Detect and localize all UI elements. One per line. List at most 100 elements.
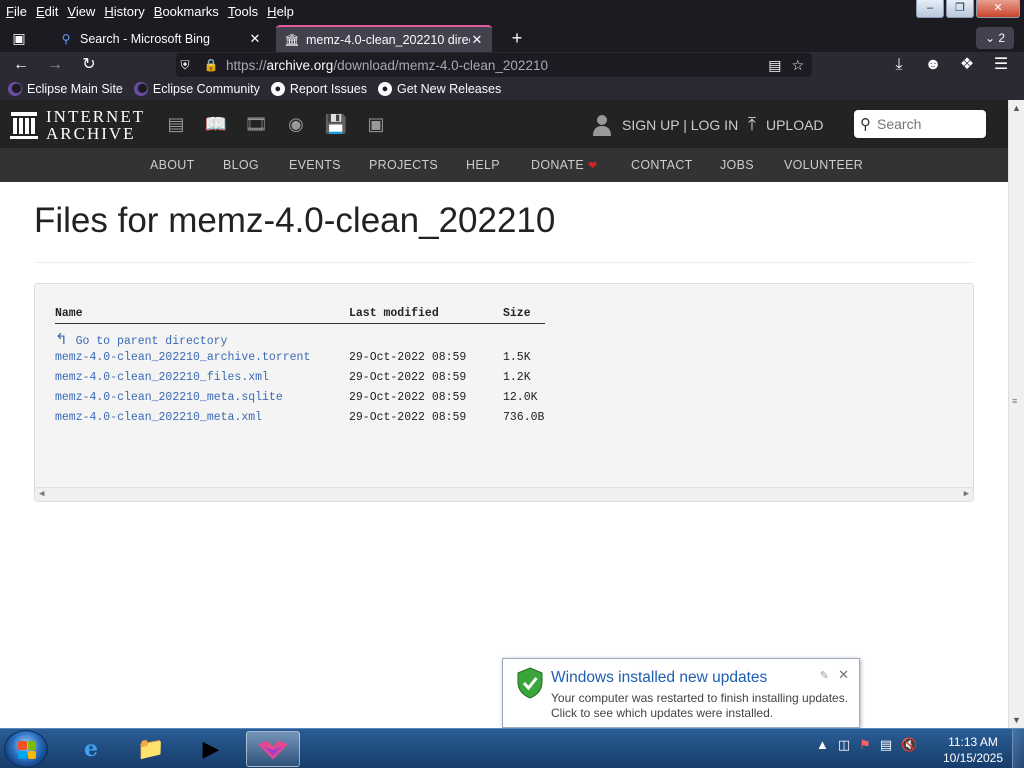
new-tab-button[interactable]: +: [506, 28, 528, 50]
tray-expand-icon[interactable]: ▲: [816, 737, 829, 753]
reader-view-icon[interactable]: ▤: [768, 57, 781, 74]
file-link[interactable]: memz-4.0-clean_202210_meta.xml: [55, 411, 262, 424]
ia-search-box[interactable]: ⚲: [854, 110, 986, 138]
menu-tools[interactable]: Tools: [228, 4, 258, 19]
menu-history[interactable]: History: [104, 4, 144, 19]
audio-icon[interactable]: ◉: [283, 112, 309, 136]
tray-update-icon[interactable]: ◫: [838, 737, 850, 753]
ia-logo[interactable]: INTERNET ARCHIVE: [10, 108, 145, 142]
bookmark-star-icon[interactable]: ☆: [791, 57, 804, 74]
file-modified: 29-Oct-2022 08:59: [349, 411, 467, 424]
pin-icon[interactable]: ✎: [820, 669, 829, 682]
table-row: memz-4.0-clean_202210_archive.torrent 29…: [35, 351, 973, 367]
file-modified: 29-Oct-2022 08:59: [349, 391, 467, 404]
parent-directory-link[interactable]: ↰ Go to parent directory: [55, 330, 227, 348]
windows-logo-icon: [18, 741, 36, 759]
clock[interactable]: 11:13 AM 10/15/2025: [940, 734, 1006, 766]
back-arrow-icon[interactable]: ←: [10, 54, 32, 76]
menu-view[interactable]: View: [67, 4, 95, 19]
nav-about[interactable]: ABOUT: [150, 158, 195, 172]
firefox-taskbar-icon[interactable]: [246, 731, 300, 767]
sign-up-login-link[interactable]: SIGN UP | LOG IN: [592, 114, 738, 136]
texts-icon[interactable]: 📖: [203, 112, 229, 136]
tracking-shield-icon[interactable]: ⛨: [176, 58, 194, 73]
bookmark-get-new-releases[interactable]: ● Get New Releases: [377, 82, 501, 96]
forward-arrow-icon[interactable]: →: [44, 54, 66, 76]
video-icon[interactable]: 🎞: [243, 112, 269, 136]
scroll-grip-icon[interactable]: ≡: [1012, 396, 1017, 406]
horizontal-scrollbar[interactable]: ◀ ▶: [35, 487, 973, 501]
vertical-scrollbar[interactable]: ▲ ≡ ▼: [1008, 100, 1024, 728]
images-icon[interactable]: ▣: [363, 112, 389, 136]
file-link[interactable]: memz-4.0-clean_202210_archive.torrent: [55, 351, 310, 364]
menu-bookmarks[interactable]: Bookmarks: [154, 4, 219, 19]
downloads-icon[interactable]: ⤓: [888, 54, 910, 76]
nav-contact[interactable]: CONTACT: [631, 158, 693, 172]
menu-edit[interactable]: Edit: [36, 4, 58, 19]
software-icon[interactable]: 💾: [323, 112, 349, 136]
close-tab-icon[interactable]: ✕: [470, 32, 484, 48]
scroll-left-icon[interactable]: ◀: [39, 489, 44, 499]
bing-search-icon: ⚲: [61, 31, 71, 46]
file-link[interactable]: memz-4.0-clean_202210_meta.sqlite: [55, 391, 283, 404]
column-header-modified[interactable]: Last modified: [349, 307, 439, 320]
person-icon: [593, 115, 611, 136]
scroll-up-icon[interactable]: ▲: [1012, 103, 1021, 113]
web-icon[interactable]: ▤: [163, 112, 189, 136]
hamburger-menu-icon[interactable]: ☰: [990, 54, 1012, 76]
maximize-button[interactable]: ❐: [946, 0, 974, 18]
reload-icon[interactable]: ↻: [78, 54, 100, 76]
internet-explorer-icon[interactable]: e: [64, 731, 118, 767]
eclipse-icon: [8, 82, 22, 96]
tab-count-button[interactable]: ⌄ 2: [976, 27, 1014, 49]
ia-search-input[interactable]: [877, 116, 973, 132]
account-icon[interactable]: ☻: [922, 54, 944, 76]
github-icon: ●: [377, 82, 392, 96]
extensions-icon[interactable]: ❖: [956, 54, 978, 76]
tab-title: Search - Microsoft Bing: [80, 31, 210, 46]
archive-temple-icon: 🏛: [284, 32, 300, 47]
search-icon: ⚲: [860, 116, 871, 133]
nav-blog[interactable]: BLOG: [223, 158, 259, 172]
show-desktop-button[interactable]: [1012, 729, 1024, 768]
bookmark-eclipse-main[interactable]: Eclipse Main Site: [8, 82, 123, 96]
scroll-down-icon[interactable]: ▼: [1012, 715, 1021, 725]
nav-projects[interactable]: PROJECTS: [369, 158, 438, 172]
nav-jobs[interactable]: JOBS: [720, 158, 754, 172]
tab-list-icon[interactable]: ▣: [8, 27, 30, 49]
scroll-right-icon[interactable]: ▶: [964, 489, 969, 499]
url-host: archive.org: [266, 57, 334, 73]
file-size: 736.0B: [503, 411, 545, 424]
action-center-flag-icon[interactable]: ⚑: [859, 737, 871, 753]
nav-volunteer[interactable]: VOLUNTEER: [784, 158, 863, 172]
menu-file[interactable]: File: [6, 4, 27, 19]
tab-bing[interactable]: ⚲ Search - Microsoft Bing ✕: [50, 25, 270, 52]
tab-archive[interactable]: 🏛 memz-4.0-clean_202210 directo ✕: [276, 25, 492, 52]
start-button[interactable]: [4, 730, 48, 768]
column-header-name[interactable]: Name: [55, 307, 83, 320]
minimize-button[interactable]: –: [916, 0, 944, 18]
volume-muted-icon[interactable]: 🔇: [901, 737, 917, 753]
close-window-button[interactable]: ✕: [976, 0, 1020, 18]
github-icon: ●: [270, 82, 285, 96]
nav-events[interactable]: EVENTS: [289, 158, 341, 172]
nav-donate[interactable]: DONATE ❤: [531, 158, 598, 172]
bookmark-eclipse-community[interactable]: Eclipse Community: [133, 82, 260, 96]
upload-link[interactable]: ⤒ UPLOAD: [748, 114, 824, 135]
url-bar[interactable]: ⛨ 🔒 https://archive.org/download/memz-4.…: [176, 53, 812, 77]
file-explorer-icon[interactable]: 📁: [124, 731, 178, 767]
network-icon[interactable]: ▤: [880, 737, 892, 753]
lock-icon[interactable]: 🔒: [200, 58, 222, 72]
close-tab-icon[interactable]: ✕: [248, 31, 262, 47]
column-header-size[interactable]: Size: [503, 307, 531, 320]
menu-help[interactable]: Help: [267, 4, 294, 19]
bookmark-report-issues[interactable]: ● Report Issues: [270, 82, 367, 96]
divider: [34, 262, 974, 263]
file-link[interactable]: memz-4.0-clean_202210_files.xml: [55, 371, 269, 384]
close-notification-icon[interactable]: ✕: [838, 667, 849, 683]
media-player-icon[interactable]: ▶: [184, 731, 238, 767]
nav-help[interactable]: HELP: [466, 158, 500, 172]
update-notification[interactable]: Windows installed new updates Your compu…: [502, 658, 860, 728]
navigation-bar: ← → ↻ ⛨ 🔒 https://archive.org/download/m…: [0, 52, 1024, 78]
table-row: memz-4.0-clean_202210_files.xml 29-Oct-2…: [35, 371, 973, 387]
